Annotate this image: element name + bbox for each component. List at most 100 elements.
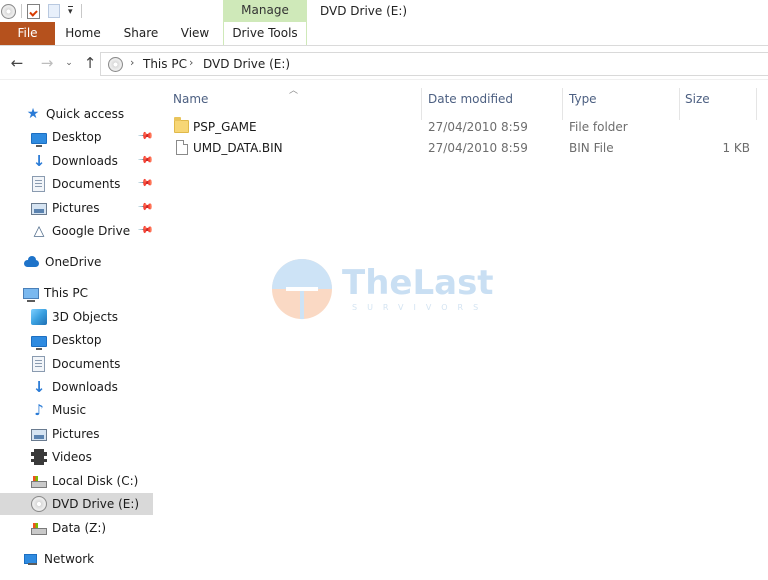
- pin-icon: 📌: [136, 152, 154, 169]
- file-size: 1 KB: [722, 141, 750, 155]
- sort-ascending-icon: ︿: [289, 86, 299, 96]
- sidebar-item-music[interactable]: ♪ Music: [31, 399, 86, 421]
- sidebar-item-local-disk-c[interactable]: Local Disk (C:): [31, 470, 138, 492]
- navigation-pane: ★ Quick access Desktop 📌 ↓ Downloads 📌 D…: [0, 81, 155, 580]
- sidebar-item-label: 3D Objects: [52, 310, 119, 324]
- sidebar-item-label: Downloads: [52, 380, 118, 394]
- sidebar-item-documents[interactable]: Documents: [31, 173, 120, 195]
- dvd-drive-icon: [108, 57, 123, 72]
- customize-toolbar-chevron-icon[interactable]: ▾: [68, 5, 73, 17]
- documents-icon: [32, 356, 45, 372]
- sidebar-item-data-z[interactable]: Data (Z:): [31, 517, 106, 539]
- sidebar-item-label: Pictures: [52, 427, 100, 441]
- sidebar-item-downloads[interactable]: ↓ Downloads: [31, 150, 118, 172]
- downloads-icon: ↓: [32, 152, 46, 170]
- sidebar-item-network[interactable]: Network: [23, 548, 94, 570]
- up-arrow-icon[interactable]: ↑: [80, 53, 100, 73]
- sidebar-item-label: OneDrive: [45, 255, 102, 269]
- network-icon: [23, 551, 39, 567]
- desktop-icon: [31, 132, 47, 147]
- sidebar-item-label: Music: [52, 403, 87, 417]
- tab-drive-tools[interactable]: Drive Tools: [223, 22, 307, 45]
- tab-share[interactable]: Share: [118, 22, 164, 45]
- onedrive-cloud-icon: [23, 254, 40, 270]
- tab-home[interactable]: Home: [58, 22, 108, 45]
- ribbon-tabs: File Home Share View Drive Tools: [0, 22, 768, 46]
- watermark-logo: [272, 259, 332, 320]
- sidebar-item-3d-objects[interactable]: 3D Objects: [31, 306, 118, 328]
- dvd-drive-icon[interactable]: [1, 3, 16, 19]
- tab-view[interactable]: View: [174, 22, 216, 45]
- file-name: UMD_DATA.BIN: [193, 141, 283, 155]
- film-strip-icon: [31, 449, 47, 465]
- sidebar-item-desktop[interactable]: Desktop: [31, 126, 102, 148]
- column-header-type[interactable]: Type: [569, 88, 597, 110]
- pictures-icon: [31, 203, 47, 215]
- sidebar-item-label: DVD Drive (E:): [52, 497, 140, 511]
- sidebar-item-label: Google Drive: [52, 224, 131, 238]
- sidebar-item-label: Documents: [52, 177, 121, 191]
- desktop-icon: [31, 335, 47, 350]
- column-header-date-modified[interactable]: Date modified: [428, 88, 513, 110]
- sidebar-item-downloads[interactable]: ↓ Downloads: [31, 376, 118, 398]
- 3d-objects-icon: [31, 309, 47, 325]
- sidebar-item-documents[interactable]: Documents: [31, 353, 120, 375]
- file-type: File folder: [569, 120, 628, 134]
- local-disk-icon: [31, 476, 47, 488]
- sidebar-item-videos[interactable]: Videos: [31, 446, 92, 468]
- sidebar-item-pictures[interactable]: Pictures: [31, 423, 100, 445]
- toolbar-divider: [21, 4, 22, 18]
- google-drive-icon: △: [33, 223, 45, 239]
- address-bar[interactable]: › This PC › DVD Drive (E:): [100, 52, 768, 76]
- column-divider[interactable]: [679, 88, 680, 120]
- file-icon: [176, 140, 188, 155]
- column-header-name[interactable]: Name: [173, 88, 208, 110]
- watermark-title: TheLast: [342, 263, 494, 303]
- sidebar-item-google-drive[interactable]: △ Google Drive: [31, 220, 131, 242]
- column-divider[interactable]: [421, 88, 422, 120]
- network-drive-icon: [31, 523, 47, 535]
- dvd-drive-icon: [31, 496, 47, 512]
- computer-icon: [23, 288, 39, 302]
- back-arrow-icon[interactable]: ←: [7, 53, 27, 73]
- pin-icon: 📌: [136, 128, 154, 145]
- file-row[interactable]: PSP_GAME 27/04/2010 8:59 File folder: [168, 117, 758, 137]
- sidebar-item-pictures[interactable]: Pictures: [31, 197, 100, 219]
- file-row[interactable]: UMD_DATA.BIN 27/04/2010 8:59 BIN File 1 …: [168, 138, 758, 158]
- recent-locations-chevron-icon[interactable]: ⌄: [62, 53, 76, 73]
- sidebar-item-label: Desktop: [52, 130, 102, 144]
- sidebar-item-label: Data (Z:): [52, 521, 107, 535]
- sidebar-item-label: Quick access: [46, 107, 125, 121]
- music-note-icon: ♪: [34, 401, 44, 419]
- navigation-bar: ← → ⌄ ↑ › This PC › DVD Drive (E:): [0, 47, 768, 80]
- sidebar-item-dvd-drive-e[interactable]: DVD Drive (E:): [0, 493, 153, 515]
- title-bar: ▾ Manage DVD Drive (E:): [0, 0, 768, 22]
- pin-icon: 📌: [136, 199, 154, 216]
- sidebar-item-this-pc[interactable]: This PC: [23, 282, 88, 304]
- pictures-icon: [31, 429, 47, 441]
- watermark-subtitle: SURVIVORS: [352, 303, 489, 312]
- sidebar-item-desktop[interactable]: Desktop: [31, 329, 102, 351]
- sidebar-item-onedrive[interactable]: OneDrive: [23, 251, 101, 273]
- column-divider[interactable]: [562, 88, 563, 120]
- file-date-modified: 27/04/2010 8:59: [428, 141, 528, 155]
- sidebar-item-label: Network: [44, 552, 95, 566]
- breadcrumb-chevron-icon[interactable]: ›: [130, 56, 134, 69]
- manage-contextual-tab[interactable]: Manage: [223, 0, 307, 22]
- folder-icon: [174, 117, 189, 133]
- file-name: PSP_GAME: [193, 120, 257, 134]
- sidebar-item-label: Downloads: [52, 154, 118, 168]
- breadcrumb-dvd-drive[interactable]: DVD Drive (E:): [203, 57, 290, 71]
- tab-file[interactable]: File: [0, 22, 55, 45]
- column-header-size[interactable]: Size: [685, 88, 710, 110]
- new-folder-icon[interactable]: [48, 4, 60, 18]
- window-title: DVD Drive (E:): [320, 4, 408, 18]
- file-size: [708, 117, 750, 137]
- properties-icon[interactable]: [27, 3, 40, 19]
- breadcrumb-chevron-icon[interactable]: ›: [189, 56, 193, 69]
- sidebar-item-label: This PC: [44, 286, 88, 300]
- column-divider[interactable]: [756, 88, 757, 120]
- breadcrumb-this-pc[interactable]: This PC: [143, 57, 187, 71]
- sidebar-item-quick-access[interactable]: ★ Quick access: [25, 103, 124, 125]
- forward-arrow-icon[interactable]: →: [37, 53, 57, 73]
